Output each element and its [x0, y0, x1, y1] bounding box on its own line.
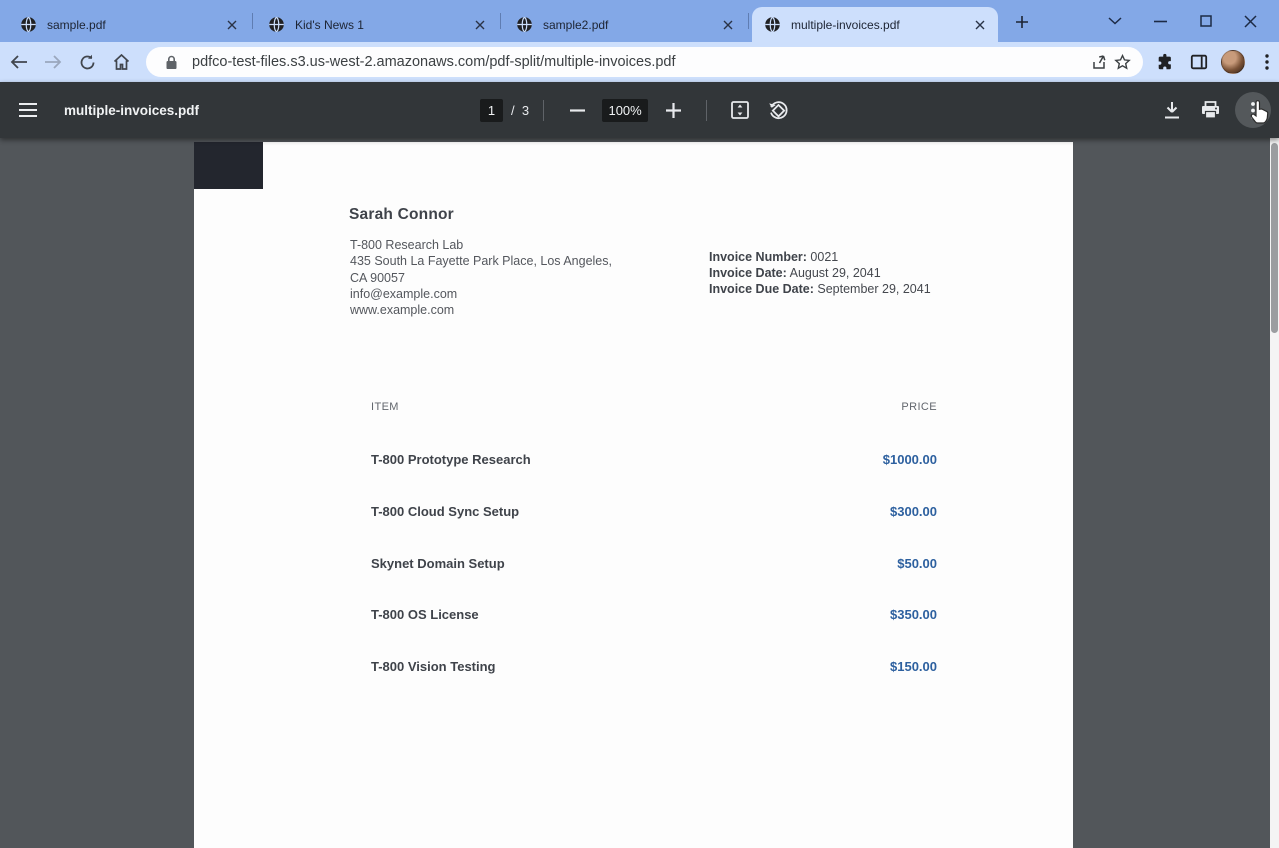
reload-button[interactable]: [74, 49, 100, 75]
address-line: info@example.com: [350, 286, 612, 302]
minimize-button[interactable]: [1150, 11, 1170, 31]
browser-menu-icon[interactable]: [1255, 50, 1279, 74]
item-name: T-800 Vision Testing: [371, 659, 496, 674]
item-name: T-800 Prototype Research: [371, 452, 531, 467]
globe-favicon-icon: [20, 16, 37, 33]
scrollbar[interactable]: [1270, 138, 1279, 848]
invoice-due-date-value: September 29, 2041: [817, 282, 930, 296]
tab-close-icon[interactable]: [719, 16, 736, 33]
globe-favicon-icon: [268, 16, 285, 33]
zoom-level-input[interactable]: 100%: [602, 99, 648, 122]
item-name: Skynet Domain Setup: [371, 556, 505, 571]
invoice-number-label: Invoice Number:: [709, 250, 807, 264]
profile-avatar[interactable]: [1221, 50, 1245, 74]
pdf-toolbar: multiple-invoices.pdf 1 / 3 100%: [0, 82, 1279, 138]
fit-to-page-icon[interactable]: [723, 93, 757, 127]
table-row: T-800 Prototype Research $1000.00: [371, 452, 937, 467]
table-row: T-800 OS License $350.00: [371, 607, 937, 622]
page-total: 3: [522, 103, 529, 118]
tab-sample-pdf[interactable]: sample.pdf: [8, 7, 250, 42]
bookmark-star-icon[interactable]: [1111, 51, 1133, 73]
toolbar-divider: [706, 100, 707, 121]
tab-multiple-invoices-pdf[interactable]: multiple-invoices.pdf: [752, 7, 998, 42]
address-bar[interactable]: pdfco-test-files.s3.us-west-2.amazonaws.…: [146, 47, 1143, 77]
chevron-down-icon[interactable]: [1105, 11, 1125, 31]
share-icon[interactable]: [1089, 51, 1111, 73]
tab-title: Kid's News 1: [295, 18, 463, 32]
back-button[interactable]: [6, 49, 32, 75]
item-price: $150.00: [890, 659, 937, 674]
avatar-image: [1221, 50, 1245, 74]
item-name: T-800 Cloud Sync Setup: [371, 504, 519, 519]
invoice-date-line: Invoice Date: August 29, 2041: [709, 265, 931, 281]
page-separator: /: [511, 103, 515, 118]
tab-close-icon[interactable]: [471, 16, 488, 33]
invoice-date-label: Invoice Date:: [709, 266, 787, 280]
tab-separator: [252, 13, 253, 29]
new-tab-button[interactable]: [1008, 8, 1036, 36]
tab-close-icon[interactable]: [223, 16, 240, 33]
item-name: T-800 OS License: [371, 607, 479, 622]
globe-favicon-icon: [764, 16, 781, 33]
maximize-button[interactable]: [1196, 11, 1216, 31]
tab-separator: [748, 13, 749, 29]
pdf-page[interactable]: Sarah Connor T-800 Research Lab 435 Sout…: [194, 142, 1073, 848]
address-line: www.example.com: [350, 302, 612, 318]
scrollbar-thumb[interactable]: [1271, 143, 1278, 333]
invoice-due-date-line: Invoice Due Date: September 29, 2041: [709, 281, 931, 297]
pdf-viewer-area[interactable]: Sarah Connor T-800 Research Lab 435 Sout…: [0, 138, 1279, 848]
toolbar-divider: [543, 100, 544, 121]
browser-window: sample.pdf Kid's News 1 sample2.pdf mult…: [0, 0, 1279, 848]
tab-close-icon[interactable]: [971, 16, 988, 33]
print-icon[interactable]: [1193, 93, 1227, 127]
invoice-number-line: Invoice Number: 0021: [709, 249, 931, 265]
item-price: $300.00: [890, 504, 937, 519]
url-text[interactable]: pdfco-test-files.s3.us-west-2.amazonaws.…: [192, 54, 1089, 70]
home-button[interactable]: [108, 49, 134, 75]
item-column-header: ITEM: [371, 401, 399, 413]
pdf-menu-icon[interactable]: [0, 82, 56, 138]
tab-title: multiple-invoices.pdf: [791, 18, 963, 32]
window-controls: [1091, 0, 1279, 42]
table-row: Skynet Domain Setup $50.00: [371, 556, 937, 571]
address-line: CA 90057: [350, 270, 612, 286]
rotate-icon[interactable]: [761, 93, 795, 127]
tab-sample2-pdf[interactable]: sample2.pdf: [504, 7, 746, 42]
invoice-logo-block: [194, 142, 263, 189]
pdf-document-title: multiple-invoices.pdf: [64, 103, 199, 118]
tab-title: sample2.pdf: [543, 18, 711, 32]
tab-strip: sample.pdf Kid's News 1 sample2.pdf mult…: [0, 0, 1279, 42]
globe-favicon-icon: [516, 16, 533, 33]
item-price: $50.00: [897, 556, 937, 571]
tab-separator: [500, 13, 501, 29]
invoice-address-block: T-800 Research Lab 435 South La Fayette …: [350, 237, 612, 318]
table-row: T-800 Cloud Sync Setup $300.00: [371, 504, 937, 519]
invoice-number-value: 0021: [810, 250, 838, 264]
zoom-out-button[interactable]: [560, 93, 594, 127]
address-line: T-800 Research Lab: [350, 237, 612, 253]
lock-icon[interactable]: [160, 51, 182, 73]
price-column-header: PRICE: [901, 401, 937, 413]
tab-title: sample.pdf: [47, 18, 215, 32]
page-number-input[interactable]: 1: [480, 99, 503, 122]
address-line: 435 South La Fayette Park Place, Los Ang…: [350, 253, 612, 269]
extensions-icon[interactable]: [1153, 50, 1177, 74]
item-price: $1000.00: [883, 452, 937, 467]
pdf-more-options-button[interactable]: [1235, 92, 1271, 128]
zoom-in-button[interactable]: [656, 93, 690, 127]
tab-kids-news[interactable]: Kid's News 1: [256, 7, 498, 42]
forward-button[interactable]: [40, 49, 66, 75]
item-price: $350.00: [890, 607, 937, 622]
download-icon[interactable]: [1155, 93, 1189, 127]
invoice-date-value: August 29, 2041: [790, 266, 881, 280]
invoice-customer-name: Sarah Connor: [349, 206, 454, 224]
table-header-row: ITEM PRICE: [371, 401, 937, 413]
invoice-due-date-label: Invoice Due Date:: [709, 282, 814, 296]
invoice-meta-block: Invoice Number: 0021 Invoice Date: Augus…: [709, 249, 931, 297]
address-bar-row: pdfco-test-files.s3.us-west-2.amazonaws.…: [0, 42, 1279, 82]
table-row: T-800 Vision Testing $150.00: [371, 659, 937, 674]
close-window-button[interactable]: [1241, 11, 1261, 31]
side-panel-icon[interactable]: [1187, 50, 1211, 74]
